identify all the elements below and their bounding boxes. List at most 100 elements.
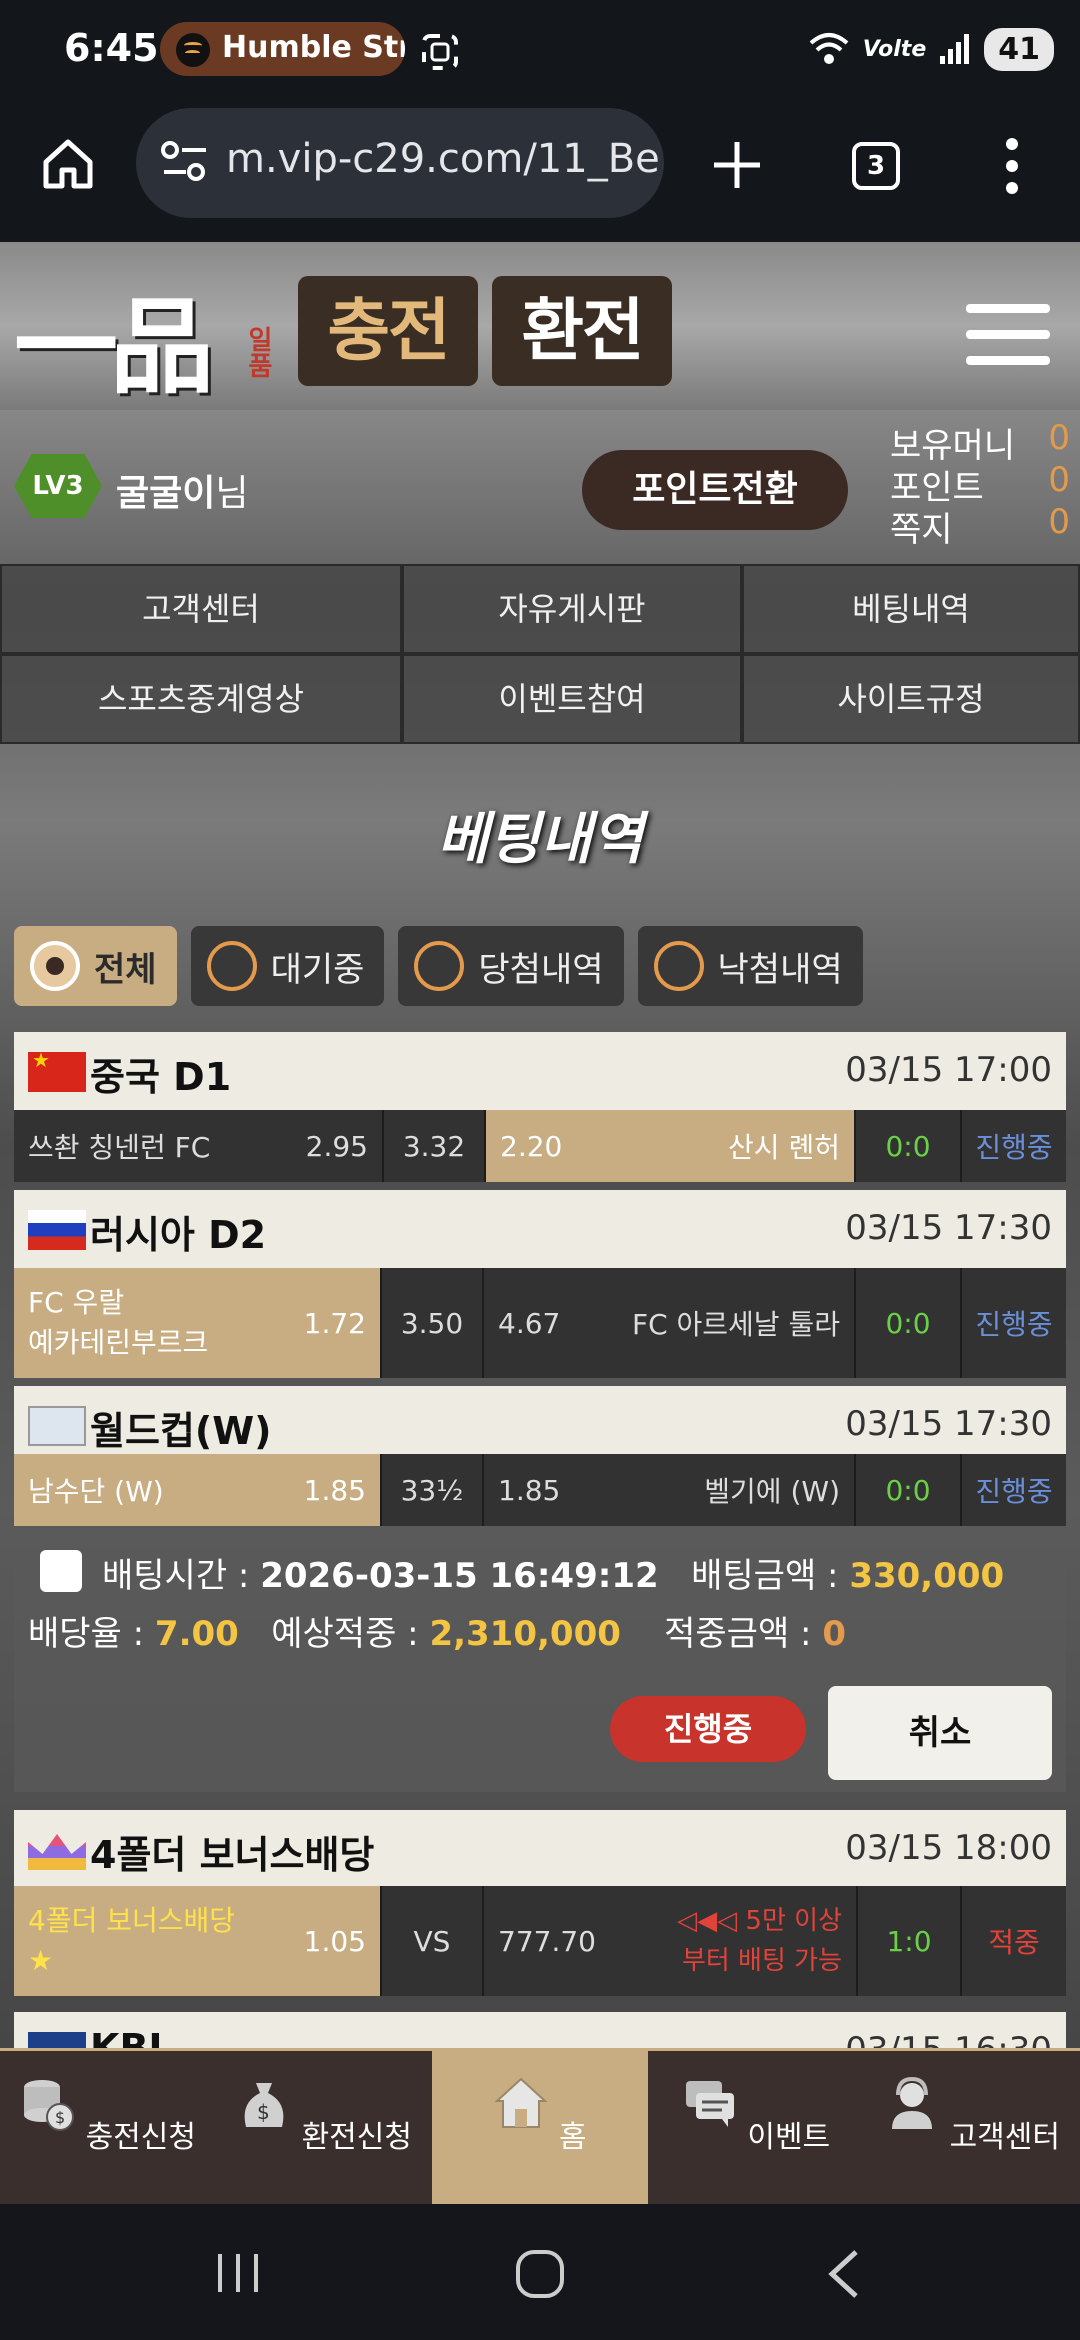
game-header: KBL 03/15 16:30 — [14, 2012, 1066, 2048]
filter-all[interactable]: 전체 — [14, 926, 177, 1006]
new-tab-icon[interactable] — [710, 138, 764, 192]
bottom-nav-support[interactable]: 고객센터 — [864, 2051, 1080, 2204]
home-button-icon[interactable] — [514, 2248, 566, 2300]
radio-icon — [206, 941, 257, 991]
point-convert-button[interactable]: 포인트전환 — [582, 450, 848, 530]
russia-flag-icon — [28, 1210, 86, 1250]
league-name: 러시아 D2 — [90, 1213, 267, 1257]
odds-row: 쓰촨 칭넨런 FC 2.95 3.32 2.20 산시 롄허 0:0 진행중 — [14, 1110, 1066, 1182]
away-cell: 1.85 벨기에 (W) — [484, 1454, 856, 1526]
score-cell: 0:0 — [856, 1110, 962, 1182]
game-header: 중국 D1 03/15 17:00 — [14, 1032, 1066, 1110]
filter-pending[interactable]: 대기중 — [190, 926, 385, 1006]
coins-icon: $ — [24, 2080, 75, 2131]
support-icon — [892, 2076, 933, 2129]
nav-customer-center[interactable]: 고객센터 — [0, 564, 402, 654]
status-cell: 진행중 — [975, 1308, 1053, 1341]
bet-select-checkbox[interactable] — [40, 1550, 82, 1592]
vs-cell: VS — [382, 1886, 484, 1996]
draw-cell: 3.32 — [384, 1110, 486, 1182]
home-cell-selected: FC 우랄 예카테린부르크 1.72 — [14, 1268, 382, 1378]
exchange-button[interactable]: 환전 — [492, 276, 672, 386]
bottom-nav-exchange[interactable]: $ 환전신청 — [216, 2051, 432, 2204]
balance-points: 포인트 0 — [890, 460, 1070, 508]
bet-odds-row: 배당율 : 7.00 예상적중 : 2,310,000 적중금액 : 0 — [28, 1614, 846, 1654]
league-name: 월드컵(W) — [90, 1409, 272, 1453]
game-date: 03/15 17:00 — [845, 1050, 1052, 1090]
nav-free-board[interactable]: 자유게시판 — [402, 564, 742, 654]
home-cell-selected: 남수단 (W) 1.85 — [14, 1454, 382, 1526]
balance-money: 보유머니 0 — [890, 418, 1070, 466]
away-cell-selected: 2.20 산시 롄허 — [486, 1110, 856, 1182]
back-icon[interactable] — [824, 2248, 864, 2300]
username-text: 굴굴이 — [116, 473, 216, 514]
home-cell: 쓰촨 칭넨런 FC 2.95 — [14, 1110, 384, 1182]
draw-cell: 33½ — [382, 1454, 484, 1526]
league-name: 중국 D1 — [90, 1055, 232, 1099]
svg-text:$: $ — [55, 2108, 65, 2127]
balance-messages[interactable]: 쪽지 0 — [890, 502, 1070, 550]
system-nav-bar — [0, 2204, 1080, 2340]
radio-icon — [653, 941, 704, 991]
league-name: 4폴더 보너스배당 — [90, 1833, 375, 1877]
media-pill[interactable]: Humble Str — [160, 22, 405, 76]
crown-icon — [28, 1834, 86, 1870]
nav-sports-stream[interactable]: 스포츠중계영상 — [0, 654, 402, 744]
more-menu-icon[interactable] — [996, 136, 1028, 196]
game-date: 03/15 16:30 — [845, 2030, 1052, 2048]
china-flag-icon — [28, 1048, 86, 1092]
hamburger-menu-icon[interactable] — [966, 304, 1050, 382]
money-bag-icon: $ — [244, 2083, 284, 2127]
user-bar: LV3 굴굴이님 포인트전환 보유머니 0 포인트 0 쪽지 0 — [0, 410, 1080, 560]
radio-icon — [414, 941, 465, 991]
game-date: 03/15 17:30 — [845, 1208, 1052, 1248]
nav-event[interactable]: 이벤트참여 — [402, 654, 742, 744]
game-date: 03/15 17:30 — [845, 1404, 1052, 1444]
svg-text:$: $ — [257, 2100, 270, 2124]
bottom-nav-charge[interactable]: $ 충전신청 — [0, 2051, 216, 2204]
spotify-icon — [176, 33, 210, 67]
filter-won[interactable]: 당첨내역 — [398, 926, 624, 1006]
charge-button[interactable]: 충전 — [298, 276, 478, 386]
status-time: 6:45 — [64, 26, 159, 70]
in-progress-button[interactable]: 진행중 — [610, 1696, 806, 1762]
username: 굴굴이님 — [116, 464, 249, 516]
recent-apps-icon[interactable] — [214, 2250, 262, 2296]
status-cell: 적중 — [988, 1926, 1040, 1959]
score-cell: 0:0 — [856, 1454, 962, 1526]
score-cell: 0:0 — [856, 1268, 962, 1378]
site-settings-icon[interactable] — [160, 140, 210, 184]
nav-site-rules[interactable]: 사이트규정 — [742, 654, 1080, 744]
league-name: KBL — [90, 2026, 173, 2048]
cancel-bet-button[interactable]: 취소 — [828, 1686, 1052, 1780]
kbl-logo-icon — [28, 2032, 86, 2048]
browser-toolbar: m.vip-c29.com/11_Be 3 — [0, 100, 1080, 242]
tab-switcher-button[interactable]: 3 — [852, 142, 900, 190]
site-logo-sub: 일품 — [243, 326, 273, 378]
status-icons: Volte 41 — [807, 24, 1054, 74]
filter-group: 전체 대기중 당첨내역 낙첨내역 — [14, 926, 863, 1006]
signal-icon — [940, 34, 970, 64]
site-header: 一品 일품 충전 환전 — [0, 242, 1080, 410]
game-date: 03/15 18:00 — [845, 1828, 1052, 1868]
home-icon — [494, 2077, 548, 2128]
address-bar[interactable]: m.vip-c29.com/11_Be — [136, 108, 664, 218]
home-icon[interactable] — [40, 136, 96, 192]
nav-betting-history[interactable]: 베팅내역 — [742, 564, 1080, 654]
bonus-home-cell: 4폴더 보너스배당 ★ 1.05 — [14, 1886, 382, 1996]
chat-icon — [685, 2081, 734, 2127]
battery-indicator: 41 — [984, 27, 1054, 71]
site-logo[interactable]: 一品 — [14, 262, 214, 413]
filter-lost[interactable]: 낙첨내역 — [637, 926, 863, 1006]
radio-selected-icon — [30, 941, 80, 991]
wifi-icon — [809, 33, 849, 64]
bet-slip-summary: 배팅시간 : 2026-03-15 16:49:12 배팅금액 : 330,00… — [14, 1526, 1066, 1792]
odds-row: 4폴더 보너스배당 ★ 1.05 VS 777.70 ◁◀◁ 5만 이상 부터 배팅… — [14, 1886, 1066, 1996]
screenshot-icon — [422, 34, 458, 70]
away-cell: 4.67 FC 아르세날 툴라 — [484, 1268, 856, 1378]
bottom-nav-home[interactable]: 홈 — [432, 2051, 648, 2204]
game-header: 월드컵(W) 03/15 17:30 — [14, 1386, 1066, 1464]
bottom-nav: $ 충전신청 $ 환전신청 홈 이벤트 고객센터 — [0, 2048, 1080, 2204]
bottom-nav-event[interactable]: 이벤트 — [648, 2051, 864, 2204]
site-nav-grid: 고객센터 자유게시판 베팅내역 스포츠중계영상 이벤트참여 사이트규정 — [0, 564, 1080, 744]
